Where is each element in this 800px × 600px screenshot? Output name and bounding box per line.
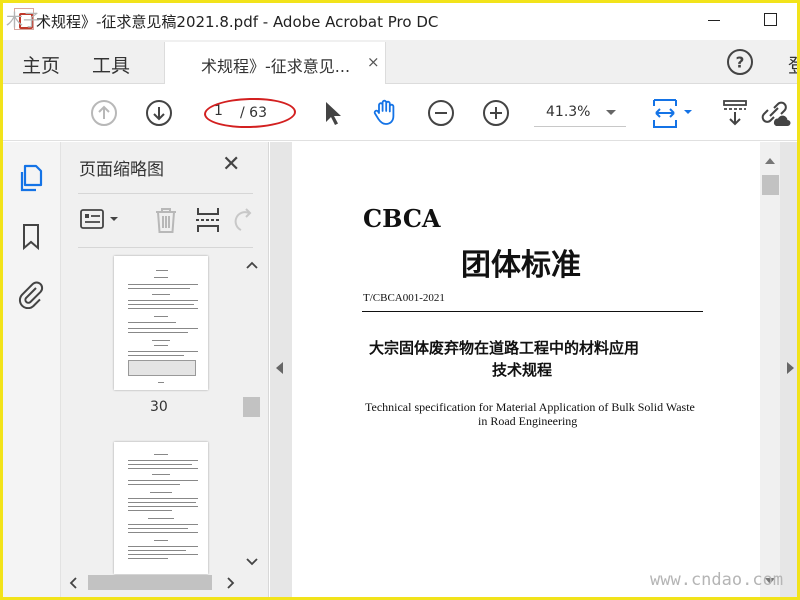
doc-title-cn-line2: 技术规程	[492, 361, 553, 379]
chevron-up-icon[interactable]	[245, 259, 259, 271]
tab-home[interactable]: 主页	[22, 51, 60, 78]
doc-code: T/CBCA001-2021	[363, 292, 445, 304]
page-thumbnail[interactable]	[114, 442, 208, 574]
tab-document-label: 术规程》-征求意见...	[201, 57, 351, 76]
panel-divider	[78, 193, 253, 194]
previous-page-icon[interactable]	[89, 98, 119, 128]
scrollbar-thumb[interactable]	[88, 575, 212, 590]
page-thumbnail[interactable]	[114, 256, 208, 390]
minimize-button[interactable]	[706, 12, 722, 28]
scrollbar-thumb[interactable]	[243, 397, 260, 417]
watermark-text: www.cndao.com	[650, 570, 784, 590]
attachment-icon[interactable]	[16, 279, 46, 309]
tab-document[interactable]: 术规程》-征求意见... ×	[164, 42, 386, 84]
chevron-up-icon[interactable]	[765, 158, 775, 164]
tab-tools[interactable]: 工具	[92, 51, 130, 78]
doc-type: 团体标准	[461, 248, 581, 283]
select-cursor-icon[interactable]	[318, 98, 348, 128]
collapse-left-panel-icon[interactable]	[276, 362, 283, 374]
thumbnail-options-icon[interactable]	[79, 205, 123, 235]
zoom-in-icon[interactable]	[481, 98, 511, 128]
panel-divider	[78, 247, 253, 248]
hand-tool-icon[interactable]	[370, 97, 400, 127]
doc-rule-line	[362, 311, 703, 312]
chevron-left-icon[interactable]	[68, 576, 80, 590]
bookmark-icon[interactable]	[16, 221, 46, 251]
doc-title-en-line1: Technical specification for Material App…	[365, 400, 695, 414]
scroll-mode-icon[interactable]	[720, 98, 750, 128]
maximize-button[interactable]	[764, 13, 777, 26]
doc-org: CBCA	[363, 204, 441, 233]
zoom-dropdown[interactable]: 41.3%	[534, 99, 626, 127]
page-fit-icon[interactable]	[650, 96, 696, 130]
tab-close-icon[interactable]: ×	[367, 53, 380, 71]
next-page-icon[interactable]	[144, 98, 174, 128]
page-thumbnails-icon[interactable]	[17, 163, 47, 193]
panel-title: 页面缩略图	[79, 160, 164, 180]
share-link-icon[interactable]	[756, 96, 792, 130]
delete-page-icon[interactable]	[151, 205, 181, 235]
extract-pages-icon[interactable]	[193, 205, 223, 235]
zoom-value: 41.3%	[546, 104, 591, 120]
thumbnail-page-label: 30	[150, 399, 168, 415]
sign-in-link[interactable]: 登	[788, 51, 800, 78]
doc-title-en-line2: in Road Engineering	[478, 414, 578, 428]
chevron-down-icon	[606, 110, 616, 115]
panel-close-icon[interactable]: ✕	[222, 152, 240, 177]
window-title: 术规程》-征求意见稿2021.8.pdf - Adobe Acrobat Pro…	[36, 13, 439, 31]
chevron-down-icon[interactable]	[245, 556, 259, 568]
scrollbar-thumb[interactable]	[762, 175, 779, 195]
zoom-out-icon[interactable]	[426, 98, 456, 128]
doc-title-cn-line1: 大宗固体废弃物在道路工程中的材料应用	[369, 339, 640, 357]
chevron-right-icon[interactable]	[224, 576, 236, 590]
document-vertical-scrollbar[interactable]	[760, 142, 780, 597]
collapse-right-panel-icon[interactable]	[787, 362, 794, 374]
rotate-page-icon[interactable]	[230, 205, 260, 235]
help-icon[interactable]: ?	[726, 48, 754, 76]
watermark-corner: 木子	[6, 11, 40, 31]
navigation-rail	[3, 142, 61, 597]
svg-text:?: ?	[736, 54, 745, 72]
